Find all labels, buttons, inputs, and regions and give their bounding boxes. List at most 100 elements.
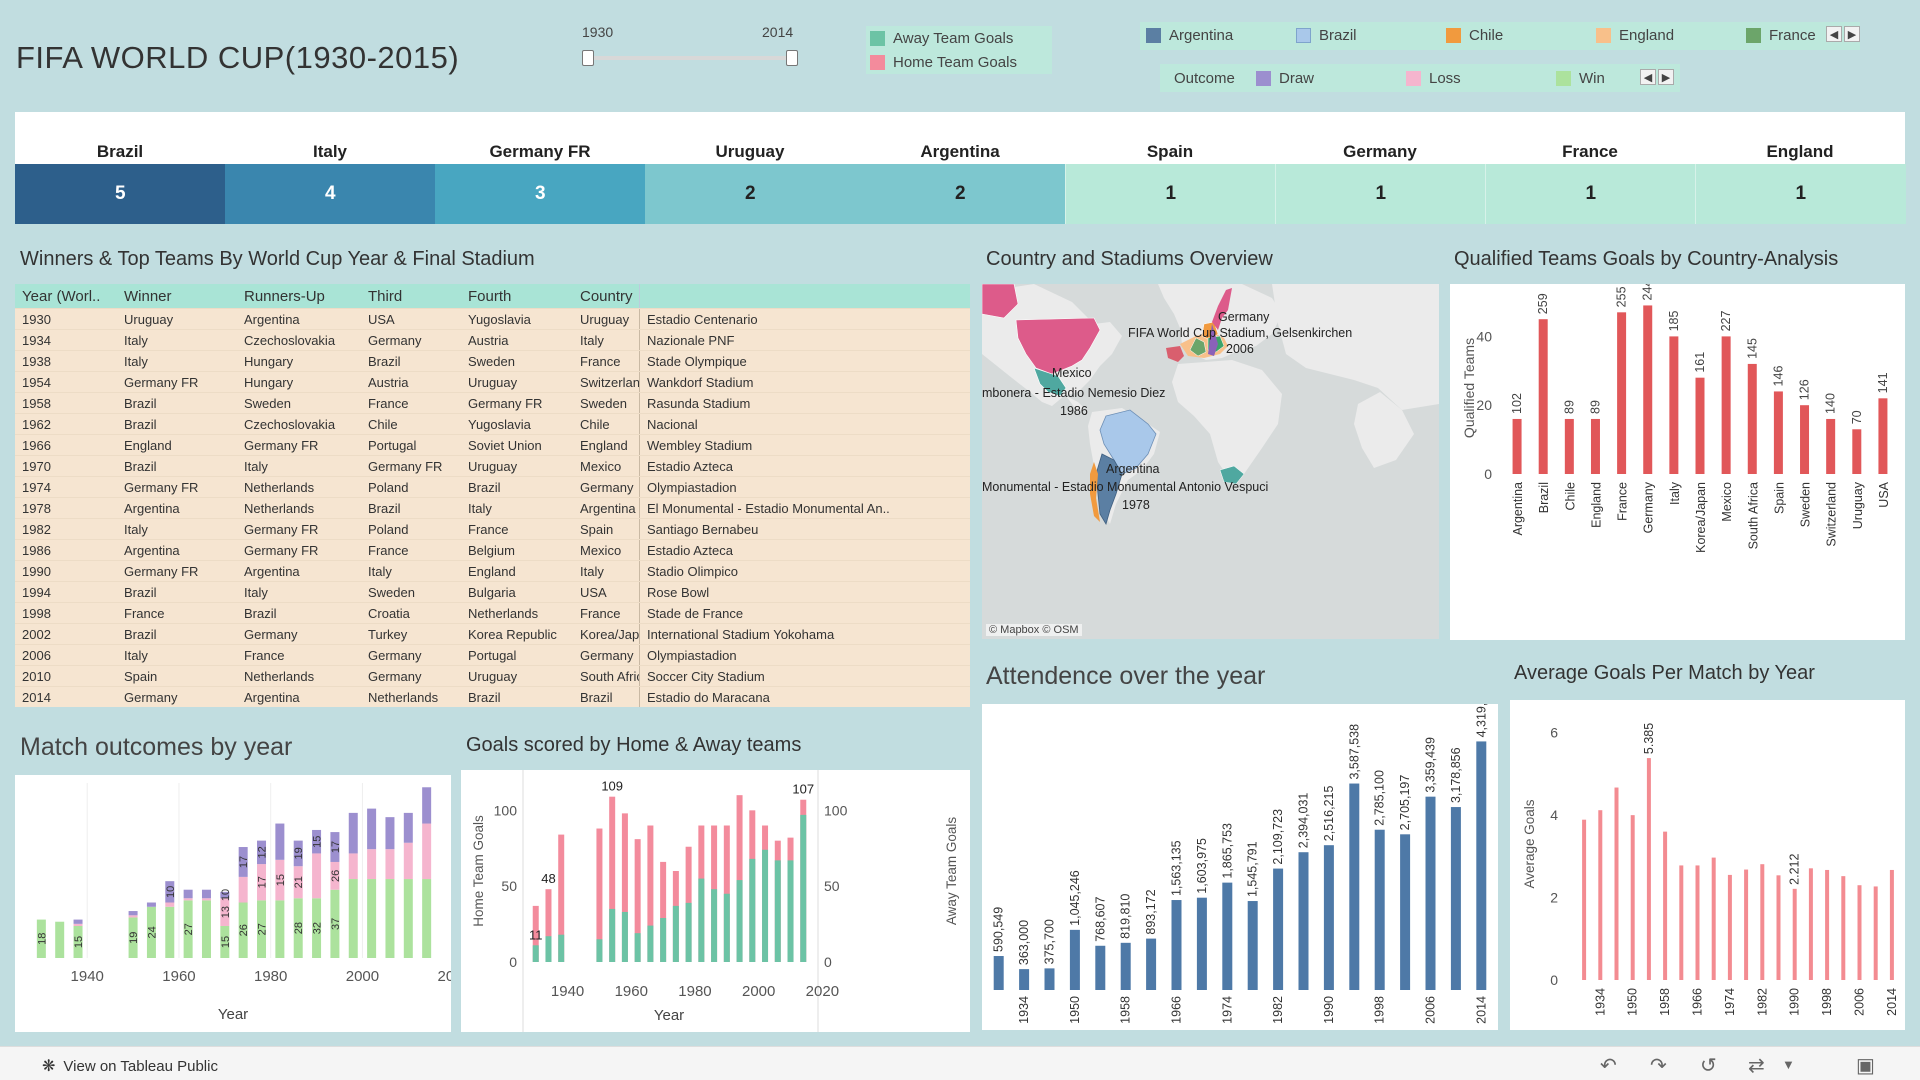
- rank-title-count[interactable]: 2: [855, 164, 1066, 224]
- away-goals-bar[interactable]: [762, 849, 769, 962]
- bar[interactable]: [1776, 875, 1781, 980]
- bar[interactable]: [1476, 741, 1487, 990]
- bar-segment[interactable]: [146, 902, 156, 907]
- bar[interactable]: [1826, 418, 1836, 474]
- bar-segment[interactable]: [312, 853, 322, 899]
- bar-segment[interactable]: [348, 853, 358, 880]
- bar[interactable]: [1538, 319, 1548, 474]
- refresh-icon[interactable]: ⇄: [1748, 1053, 1765, 1078]
- bar[interactable]: [1679, 865, 1684, 980]
- table-row[interactable]: 1930 Uruguay Argentina USA Yugoslavia Uruguay…: [15, 308, 970, 329]
- bar[interactable]: [1247, 901, 1258, 990]
- table-row[interactable]: 1954 Germany FR Hungary Austria Uruguay Switz…: [15, 371, 970, 392]
- table-header-cell[interactable]: Runners-Up: [237, 284, 361, 308]
- bar-segment[interactable]: [165, 906, 175, 958]
- table-header-cell[interactable]: Third: [361, 284, 461, 308]
- bar[interactable]: [1669, 336, 1679, 474]
- year-slider-max-handle[interactable]: [786, 50, 798, 66]
- bar-segment[interactable]: [385, 849, 395, 880]
- bar[interactable]: [1171, 900, 1182, 990]
- rank-title-count[interactable]: 4: [225, 164, 436, 224]
- bar[interactable]: [1825, 869, 1830, 980]
- away-goals-bar[interactable]: [660, 918, 667, 962]
- year-slider-track[interactable]: [588, 56, 792, 60]
- bar-segment[interactable]: [422, 879, 432, 958]
- bar[interactable]: [1614, 787, 1619, 980]
- bar[interactable]: [1663, 831, 1668, 980]
- away-goals-bar[interactable]: [736, 880, 743, 962]
- bar[interactable]: [1349, 783, 1360, 990]
- bar-segment[interactable]: [238, 876, 248, 903]
- bar-segment[interactable]: [73, 923, 83, 926]
- table-row[interactable]: 1986 Argentina Germany FR France Belgium Mexi…: [15, 539, 970, 560]
- bar[interactable]: [1222, 882, 1233, 990]
- table-row[interactable]: 1982 Italy Germany FR Poland France Spain Sant…: [15, 518, 970, 539]
- bar-segment[interactable]: [201, 900, 211, 958]
- away-goals-bar[interactable]: [672, 905, 679, 962]
- rank-title-count[interactable]: 2: [645, 164, 856, 224]
- bar[interactable]: [1695, 377, 1705, 474]
- legend-home-goals[interactable]: Home Team Goals: [870, 54, 1017, 71]
- revert-icon[interactable]: ↺: [1700, 1053, 1717, 1078]
- table-row[interactable]: 1970 Brazil Italy Germany FR Uruguay Mexico Es…: [15, 455, 970, 476]
- legend-england[interactable]: England: [1596, 27, 1674, 44]
- bar[interactable]: [1808, 868, 1813, 980]
- table-row[interactable]: 1998 France Brazil Croatia Netherlands France…: [15, 602, 970, 623]
- table-header-cell[interactable]: Country: [573, 284, 639, 308]
- bar[interactable]: [1857, 885, 1862, 980]
- bar-segment[interactable]: [201, 898, 211, 901]
- rank-title-count[interactable]: 1: [1695, 164, 1906, 224]
- stadium-map[interactable]: Germany FIFA World Cup Stadium, Gelsenki…: [982, 284, 1439, 639]
- away-goals-bar[interactable]: [558, 934, 565, 962]
- legend-draw[interactable]: Draw: [1256, 70, 1314, 87]
- bar[interactable]: [1643, 305, 1653, 474]
- bar[interactable]: [1120, 942, 1131, 990]
- table-row[interactable]: 2006 Italy France Germany Portugal Germany Oly…: [15, 644, 970, 665]
- bar[interactable]: [1450, 807, 1461, 990]
- outcome-legend-next-button[interactable]: ▶: [1658, 69, 1674, 85]
- bar[interactable]: [1095, 945, 1106, 990]
- legend-france[interactable]: France: [1746, 27, 1816, 44]
- bar[interactable]: [1852, 429, 1862, 474]
- bar[interactable]: [1564, 418, 1574, 474]
- bar-segment[interactable]: [201, 889, 211, 899]
- away-goals-bar[interactable]: [532, 945, 539, 962]
- bar-segment[interactable]: [275, 900, 285, 958]
- legend-argentina[interactable]: Argentina: [1146, 27, 1233, 44]
- bar[interactable]: [1273, 868, 1284, 990]
- bar[interactable]: [1695, 865, 1700, 980]
- bar[interactable]: [1323, 845, 1334, 990]
- bar-segment[interactable]: [128, 911, 138, 916]
- view-on-tableau-link[interactable]: ❋ View on Tableau Public: [42, 1056, 218, 1076]
- bar-segment[interactable]: [422, 787, 432, 824]
- table-row[interactable]: 1974 Germany FR Netherlands Poland Brazil Ger…: [15, 476, 970, 497]
- bar[interactable]: [1889, 869, 1894, 980]
- away-goals-bar[interactable]: [723, 893, 730, 962]
- bar[interactable]: [1590, 418, 1600, 474]
- away-goals-bar[interactable]: [698, 878, 705, 962]
- away-goals-bar[interactable]: [621, 911, 628, 962]
- away-goals-bar[interactable]: [596, 939, 603, 962]
- rank-title-count[interactable]: 1: [1485, 164, 1696, 224]
- year-slider-min-handle[interactable]: [582, 50, 594, 66]
- bar[interactable]: [1598, 810, 1603, 980]
- bar[interactable]: [1582, 819, 1587, 980]
- legend-win[interactable]: Win: [1556, 70, 1605, 87]
- bar-segment[interactable]: [385, 879, 395, 958]
- bar[interactable]: [1069, 929, 1080, 990]
- bar-segment[interactable]: [403, 842, 413, 880]
- rank-title-count[interactable]: 5: [15, 164, 226, 224]
- away-goals-bar[interactable]: [749, 858, 756, 962]
- bar[interactable]: [1727, 874, 1732, 980]
- away-goals-bar[interactable]: [609, 908, 616, 962]
- bar-segment[interactable]: [367, 808, 377, 850]
- redo-icon[interactable]: ↷: [1650, 1053, 1667, 1078]
- legend-away-goals[interactable]: Away Team Goals: [870, 30, 1013, 47]
- table-row[interactable]: 1978 Argentina Netherlands Brazil Italy Argen…: [15, 497, 970, 518]
- bar-segment[interactable]: [183, 889, 193, 899]
- away-goals-bar[interactable]: [787, 860, 794, 962]
- table-row[interactable]: 1934 Italy Czechoslovakia Germany Austria Ita…: [15, 329, 970, 350]
- bar[interactable]: [1878, 398, 1888, 474]
- away-goals-bar[interactable]: [634, 933, 641, 962]
- rank-title-count[interactable]: 1: [1275, 164, 1486, 224]
